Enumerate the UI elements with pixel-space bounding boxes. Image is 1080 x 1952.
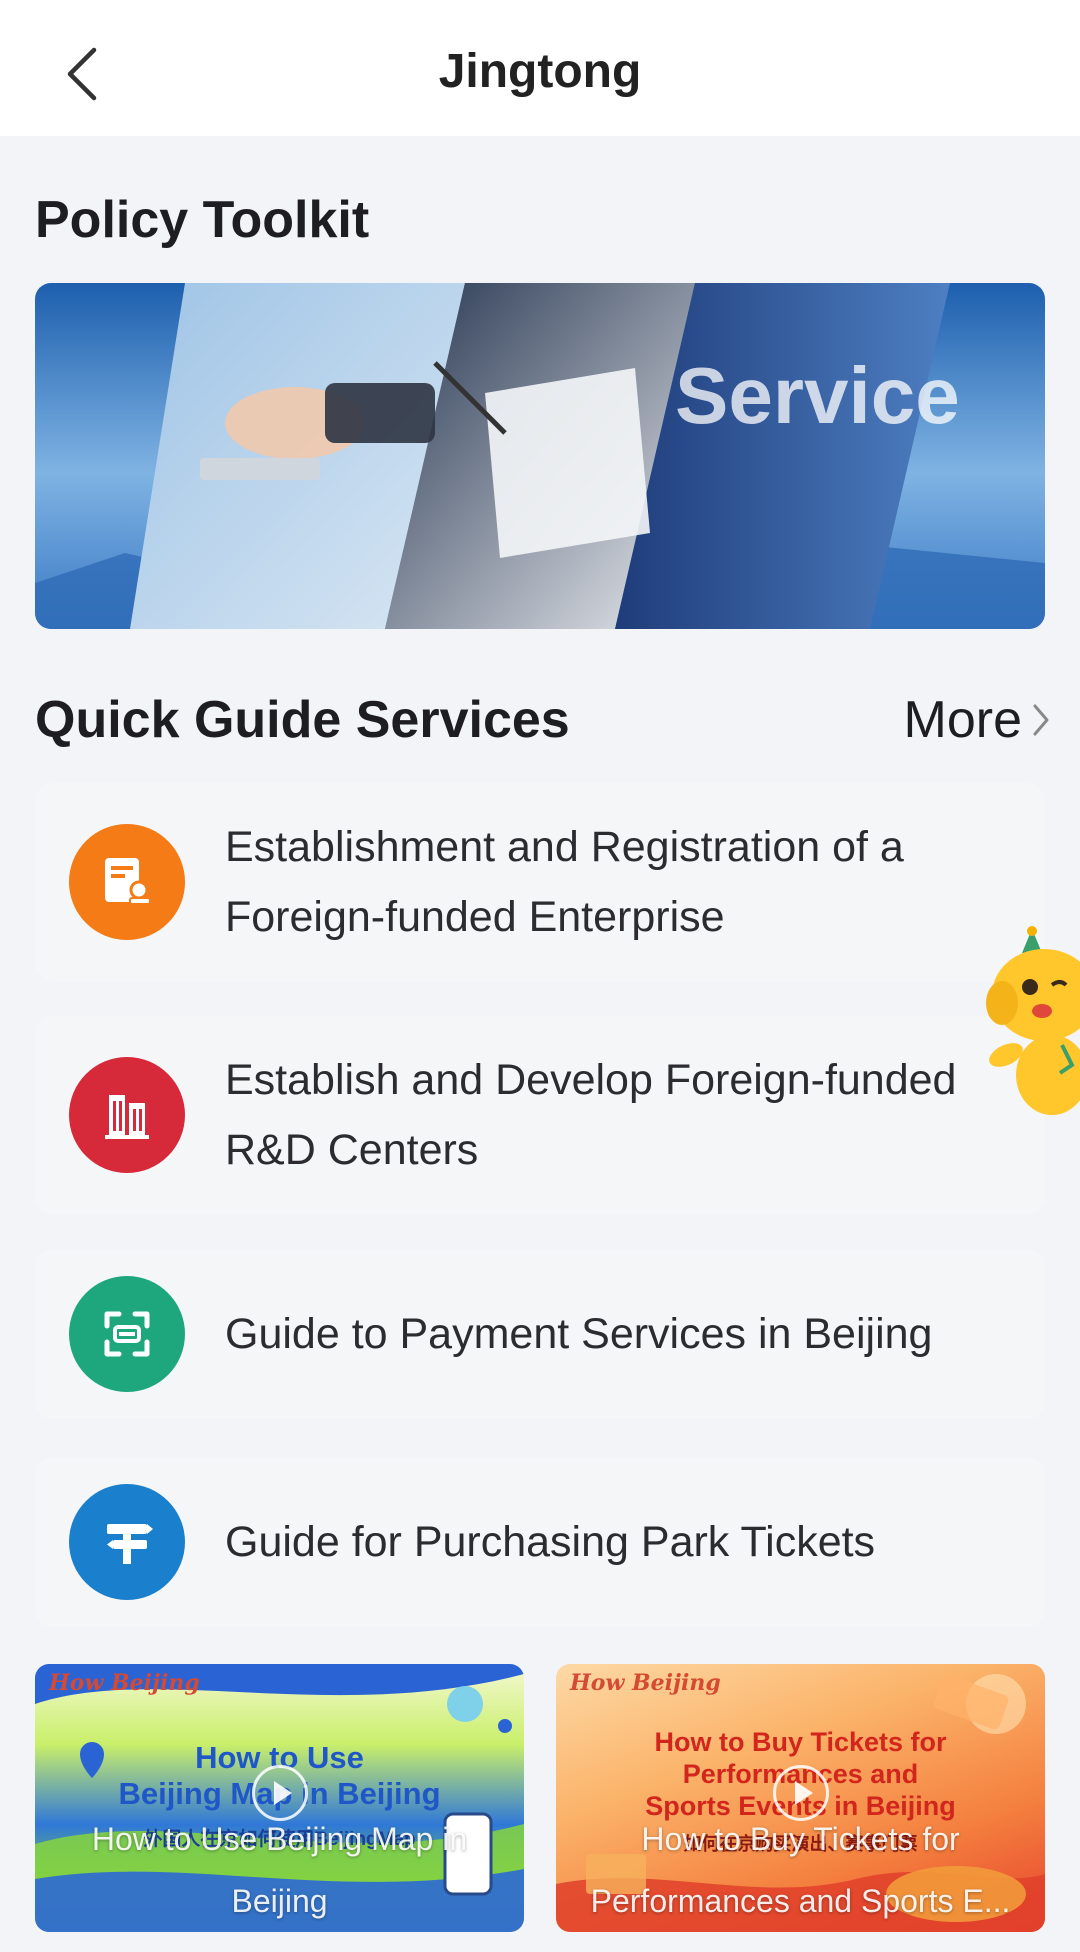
how-beijing-badge: How Beijing: [570, 1670, 721, 1696]
signpost-icon: [69, 1484, 185, 1600]
quick-guide-title: Quick Guide Services: [35, 691, 570, 749]
video-caption: How to Use Beijing Map in Beijing: [91, 1821, 468, 1919]
banner-text: Service: [675, 351, 960, 440]
more-link[interactable]: More: [904, 690, 1050, 750]
guide-card-rd-centers[interactable]: Establish and Develop Foreign-funded R&D…: [35, 1016, 1045, 1214]
policy-toolkit-banner[interactable]: Service: [35, 283, 1045, 629]
top-bar: Jingtong: [0, 0, 1080, 136]
building-icon: [69, 1057, 185, 1173]
guide-label: Guide for Purchasing Park Tickets: [225, 1518, 876, 1566]
page-title: Jingtong: [438, 45, 642, 98]
guide-card-foreign-enterprise[interactable]: Establishment and Registration of a Fore…: [35, 783, 1045, 981]
how-beijing-badge: How Beijing: [49, 1670, 200, 1696]
video-card-buy-tickets[interactable]: How Beijing How to Buy Tickets for Perfo…: [556, 1664, 1045, 1932]
policy-toolkit-title: Policy Toolkit: [35, 191, 370, 249]
video-card-beijing-map[interactable]: How Beijing How to Use Beijing Map in Be…: [35, 1664, 524, 1932]
guide-label: Guide to Payment Services in Beijing: [225, 1310, 933, 1358]
video-caption: How to Buy Tickets for Performances and …: [590, 1821, 1011, 1919]
chevron-right-icon: [1033, 704, 1049, 736]
scan-pay-icon: [69, 1276, 185, 1392]
more-label: More: [903, 691, 1022, 749]
video-title-line: How to Buy Tickets for: [654, 1727, 947, 1757]
guide-label: Establish and Develop Foreign-funded R&D…: [225, 1056, 957, 1174]
guide-label: Establishment and Registration of a Fore…: [225, 823, 904, 941]
registration-stamp-icon: [69, 824, 185, 940]
mascot-image[interactable]: [982, 925, 1080, 1120]
guide-card-payment[interactable]: Guide to Payment Services in Beijing: [35, 1249, 1045, 1419]
guide-card-park-tickets[interactable]: Guide for Purchasing Park Tickets: [35, 1457, 1045, 1627]
